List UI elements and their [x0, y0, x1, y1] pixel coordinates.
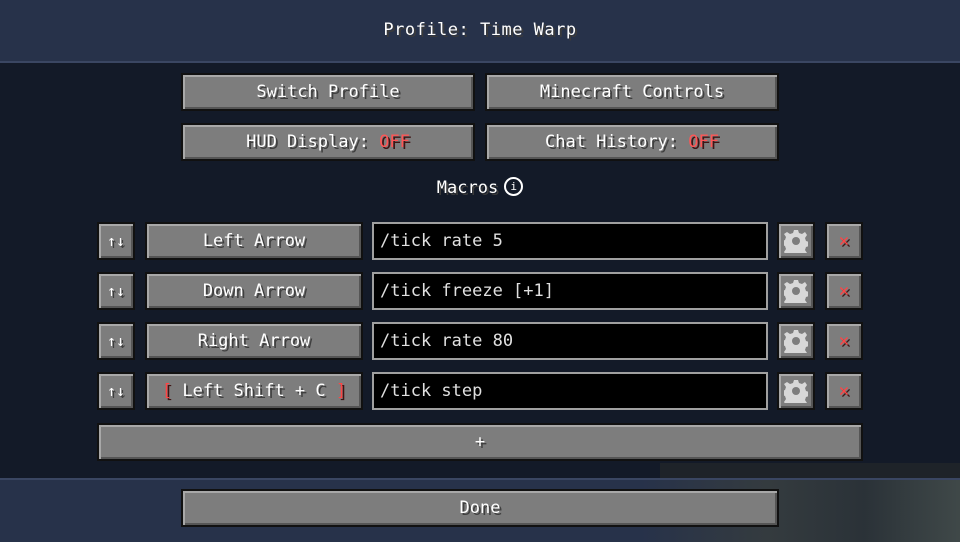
done-button[interactable]: Done	[181, 489, 779, 527]
macro-command-input[interactable]: /tick rate 5	[372, 222, 768, 260]
delete-button[interactable]: ✕	[825, 272, 863, 310]
settings-button[interactable]	[777, 222, 815, 260]
close-icon: ✕	[838, 231, 850, 251]
switch-profile-button[interactable]: Switch Profile	[181, 73, 475, 111]
reorder-icon[interactable]: ↑↓	[97, 222, 135, 260]
close-icon: ✕	[838, 331, 850, 351]
add-macro-button[interactable]: +	[97, 423, 863, 461]
info-icon[interactable]: i	[504, 176, 524, 196]
page-title: Profile: Time Warp	[383, 20, 577, 40]
macro-command-input[interactable]: /tick rate 80	[372, 322, 768, 360]
delete-button[interactable]: ✕	[825, 372, 863, 410]
settings-button[interactable]	[777, 322, 815, 360]
content-area	[0, 63, 960, 478]
macro-key-button[interactable]: [ Left Shift + C ]	[145, 372, 363, 410]
macro-key-button[interactable]: Right Arrow	[145, 322, 363, 360]
gear-icon	[784, 380, 808, 403]
delete-button[interactable]: ✕	[825, 222, 863, 260]
reorder-icon[interactable]: ↑↓	[97, 322, 135, 360]
gear-icon	[784, 330, 808, 353]
hud-display-toggle[interactable]: HUD Display: OFF	[181, 123, 475, 161]
macro-command-input[interactable]: /tick step	[372, 372, 768, 410]
macro-command-input[interactable]: /tick freeze [+1]	[372, 272, 768, 310]
minecraft-controls-button[interactable]: Minecraft Controls	[485, 73, 779, 111]
settings-button[interactable]	[777, 272, 815, 310]
reorder-icon[interactable]: ↑↓	[97, 272, 135, 310]
macro-key-button[interactable]: Down Arrow	[145, 272, 363, 310]
macro-key-button[interactable]: Left Arrow	[145, 222, 363, 260]
settings-button[interactable]	[777, 372, 815, 410]
chat-history-toggle[interactable]: Chat History: OFF	[485, 123, 779, 161]
gear-icon	[784, 280, 808, 303]
delete-button[interactable]: ✕	[825, 322, 863, 360]
macros-heading: Macros i	[0, 176, 960, 198]
reorder-icon[interactable]: ↑↓	[97, 372, 135, 410]
close-icon: ✕	[838, 281, 850, 301]
gear-icon	[784, 230, 808, 253]
close-icon: ✕	[838, 381, 850, 401]
